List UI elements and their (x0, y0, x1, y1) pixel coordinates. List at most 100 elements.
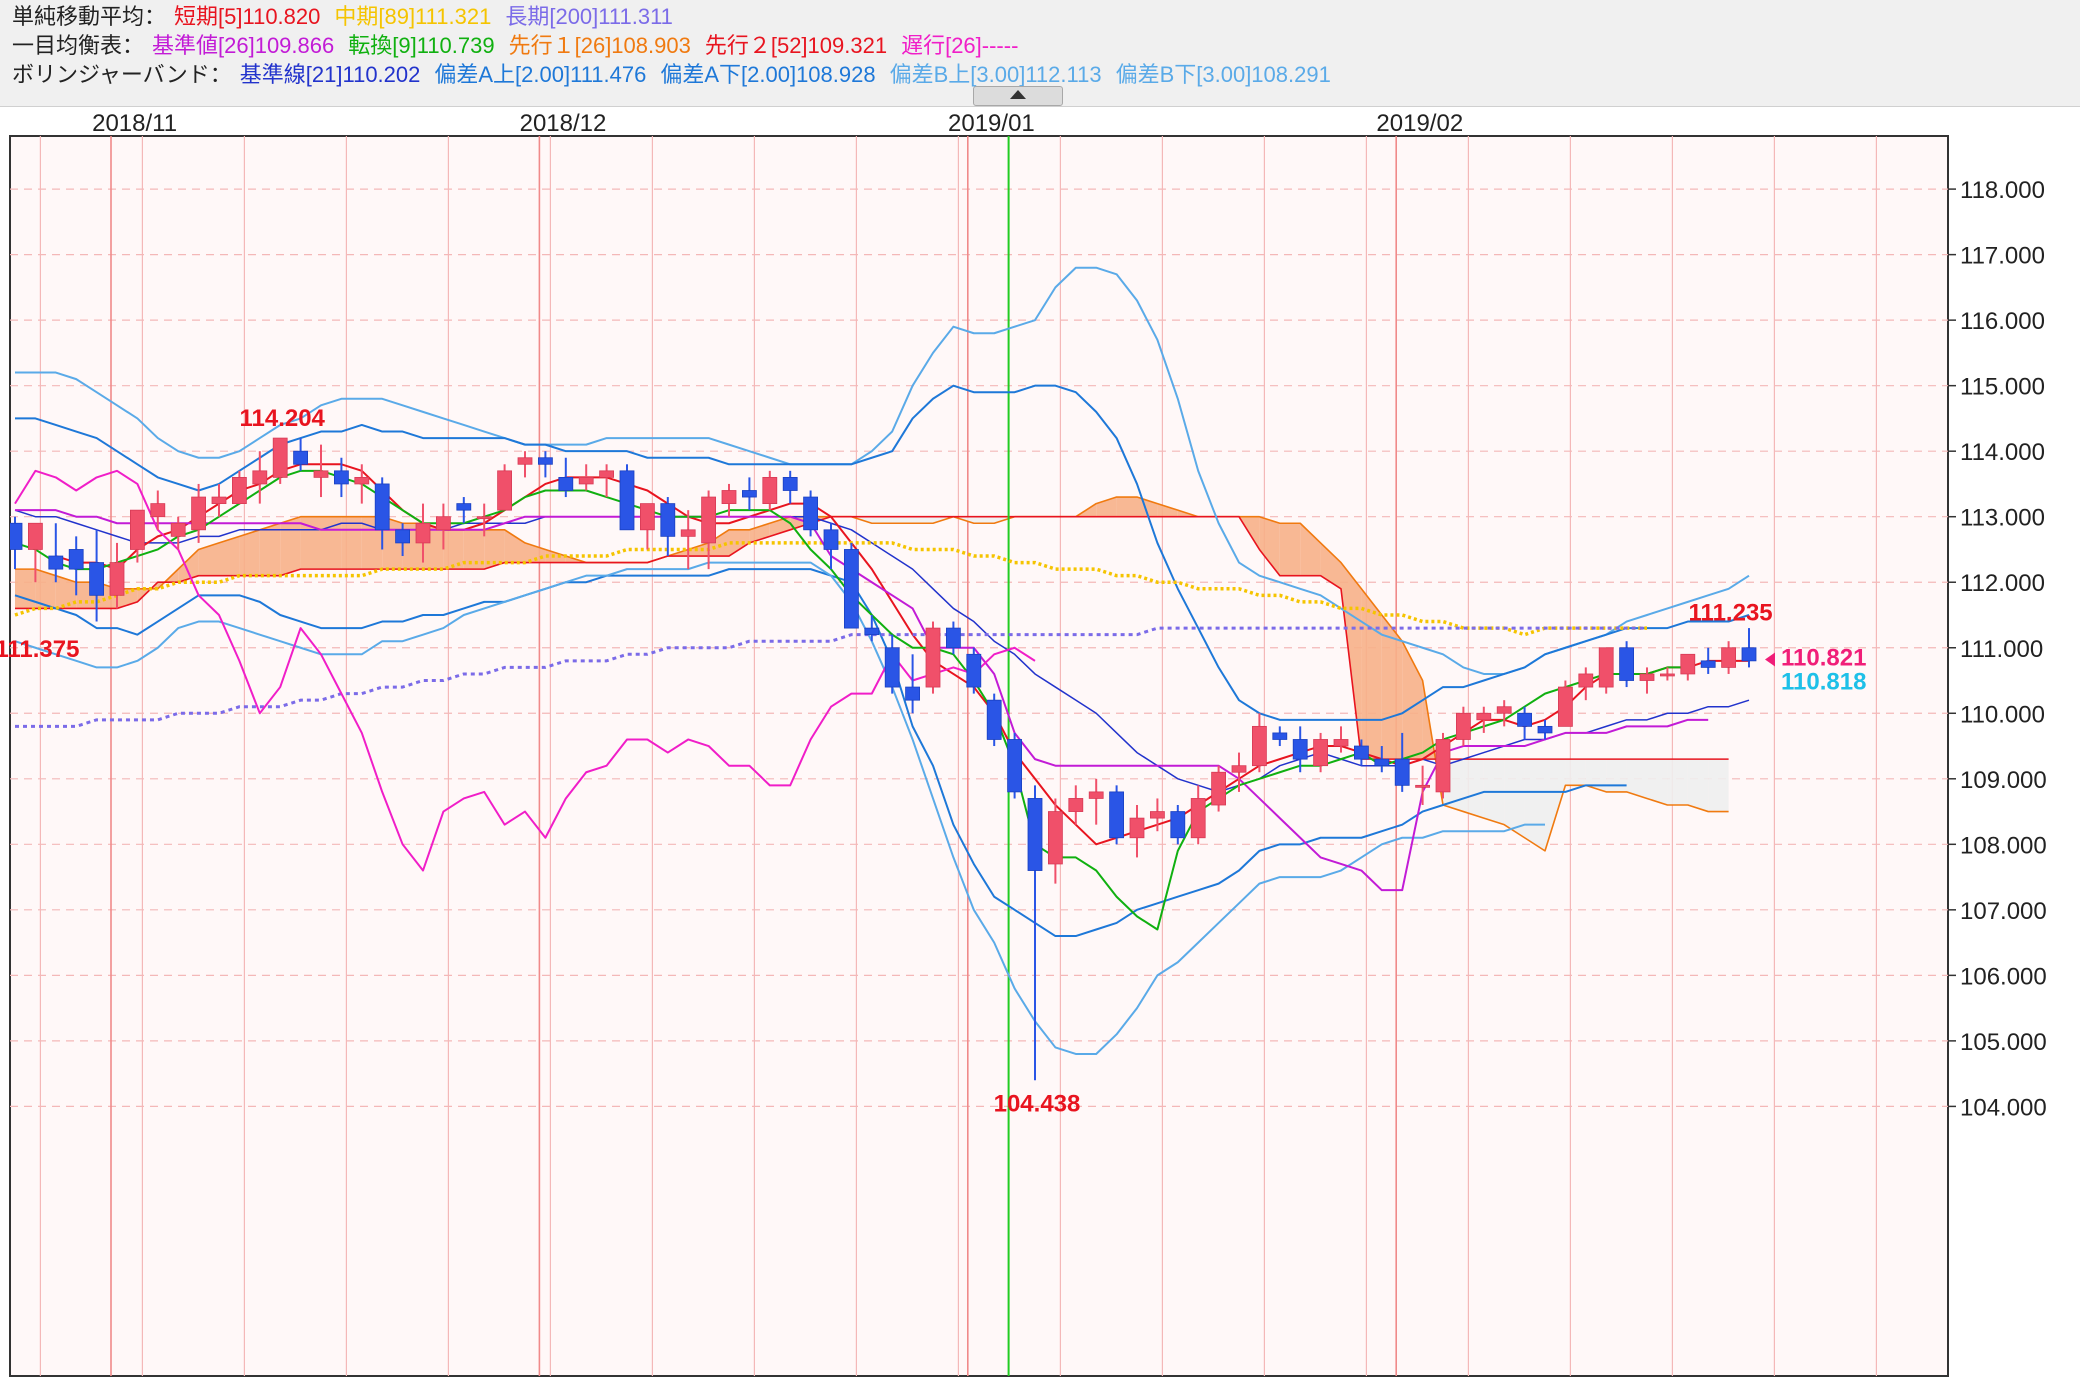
candle-body (313, 470, 329, 478)
candle-body (374, 483, 390, 531)
price-extreme-label: 111.235 (1689, 599, 1773, 626)
candle-body (1150, 811, 1165, 819)
candle-body (1578, 673, 1594, 688)
cloud-segment (1524, 759, 1545, 851)
candle-body (1558, 686, 1573, 727)
candle-body (599, 470, 614, 478)
cloud-segment (973, 516, 995, 524)
candle-body (1088, 791, 1104, 799)
sma-legend-row: 単純移動平均： 短期[5]110.820 中期[89]111.321 長期[200]1… (12, 2, 687, 32)
candle-body (538, 457, 553, 465)
last-price-tag: 110.818 (1781, 669, 1866, 696)
bb-b-up-label: 偏差B上[3.00]112.113 (889, 62, 1102, 87)
candle-body (1415, 784, 1430, 788)
candle-body (1027, 798, 1043, 871)
cloud-segment (1687, 759, 1709, 812)
candle-body (1252, 725, 1267, 767)
bb-base-label: 基準線[21]110.202 (239, 62, 421, 87)
bb-a-down-label: 偏差A下[2.00]108.928 (660, 62, 876, 87)
cloud-segment (1606, 759, 1627, 792)
candle-body (1374, 758, 1390, 767)
candle-body (497, 470, 513, 511)
candle-body (10, 522, 23, 550)
y-tick-label: 104.000 (1960, 1094, 2047, 1121)
cloud-segment (1647, 759, 1668, 806)
cloud-segment (892, 516, 913, 524)
y-tick-label: 109.000 (1960, 767, 2047, 794)
price-extreme-label: 111.375 (0, 636, 79, 663)
candle-body (803, 496, 818, 531)
candle-body (558, 476, 574, 491)
candle-body (1435, 739, 1451, 793)
candle-body (231, 476, 247, 505)
candle-body (1456, 712, 1471, 740)
cloud-segment (1279, 523, 1301, 576)
y-tick-label: 106.000 (1960, 963, 2047, 990)
y-tick-label: 107.000 (1960, 898, 2047, 925)
cloud-segment (280, 516, 301, 576)
candle-body (1476, 712, 1492, 721)
candle-body (925, 627, 941, 688)
candle-body (1680, 653, 1696, 675)
candle-body (48, 555, 64, 570)
candle-body (1354, 745, 1369, 760)
candle-body (170, 522, 186, 537)
candle-body (1394, 758, 1410, 786)
candle-body (1129, 817, 1145, 839)
cloud-segment (259, 523, 281, 576)
month-label: 2019/02 (1376, 110, 1463, 137)
price-extreme-label: 104.438 (994, 1091, 1081, 1118)
chevron-up-icon (1010, 90, 1026, 99)
candle-body (415, 522, 431, 544)
candle-body (1211, 771, 1226, 806)
cloud-segment (1708, 759, 1729, 812)
candle-body (619, 470, 635, 531)
y-tick-label: 118.000 (1960, 177, 2045, 204)
candle-body (252, 470, 268, 485)
candle-body (1700, 660, 1716, 668)
chikou-label: 遅行[26]----- (901, 33, 1019, 58)
candle-body (1517, 712, 1532, 727)
ichimoku-legend-row: 一目均衡表： 基準値[26]109.866 転換[9]110.739 先行１[26]1… (12, 31, 1032, 61)
cloud-segment (871, 516, 893, 524)
month-label: 2018/12 (520, 110, 607, 137)
candle-body (966, 653, 982, 688)
sma-legend-title: 単純移動平均： (12, 4, 167, 29)
candle-body (1619, 647, 1634, 681)
candle-body (578, 476, 594, 485)
price-chart[interactable]: 104.000 105.000 106.000 107.000 108.000 109.0… (0, 106, 2080, 1388)
price-extreme-label: 114.204 (239, 405, 325, 432)
cloud-segment (443, 529, 464, 570)
cloud-segment (1116, 497, 1137, 517)
candle-body (721, 490, 737, 505)
month-label: 2018/11 (92, 110, 177, 137)
candle-body (272, 437, 288, 478)
y-tick-label: 113.000 (1960, 505, 2045, 532)
sma-mid-label: 中期[89]111.321 (334, 4, 492, 29)
candle-body (435, 516, 451, 531)
y-tick-label: 114.000 (1960, 439, 2045, 466)
candle-body (844, 549, 859, 629)
candle-body (864, 627, 880, 636)
candle-body (211, 496, 227, 505)
senkou2-label: 先行２[52]109.321 (704, 33, 888, 58)
candle-body (701, 496, 716, 544)
candle-body (640, 503, 655, 531)
candle-body (1639, 673, 1655, 681)
candle-body (823, 529, 839, 550)
collapse-legend-button[interactable] (973, 86, 1063, 106)
bb-b-down-label: 偏差B下[3.00]108.291 (1115, 62, 1331, 87)
candle-body (1048, 811, 1063, 865)
candle-body (742, 490, 757, 498)
candle-body (1292, 739, 1308, 760)
candle-body (476, 516, 492, 520)
candle-body (1496, 706, 1512, 714)
candle-body (354, 476, 370, 485)
candle-body (905, 686, 920, 701)
candle-body (986, 699, 1002, 740)
bollinger-legend-title: ボリンジャーバンド： (12, 62, 232, 87)
candle-body (1170, 811, 1186, 839)
candle-body (517, 457, 533, 465)
y-tick-label: 108.000 (1960, 832, 2047, 859)
cloud-segment (341, 516, 362, 570)
